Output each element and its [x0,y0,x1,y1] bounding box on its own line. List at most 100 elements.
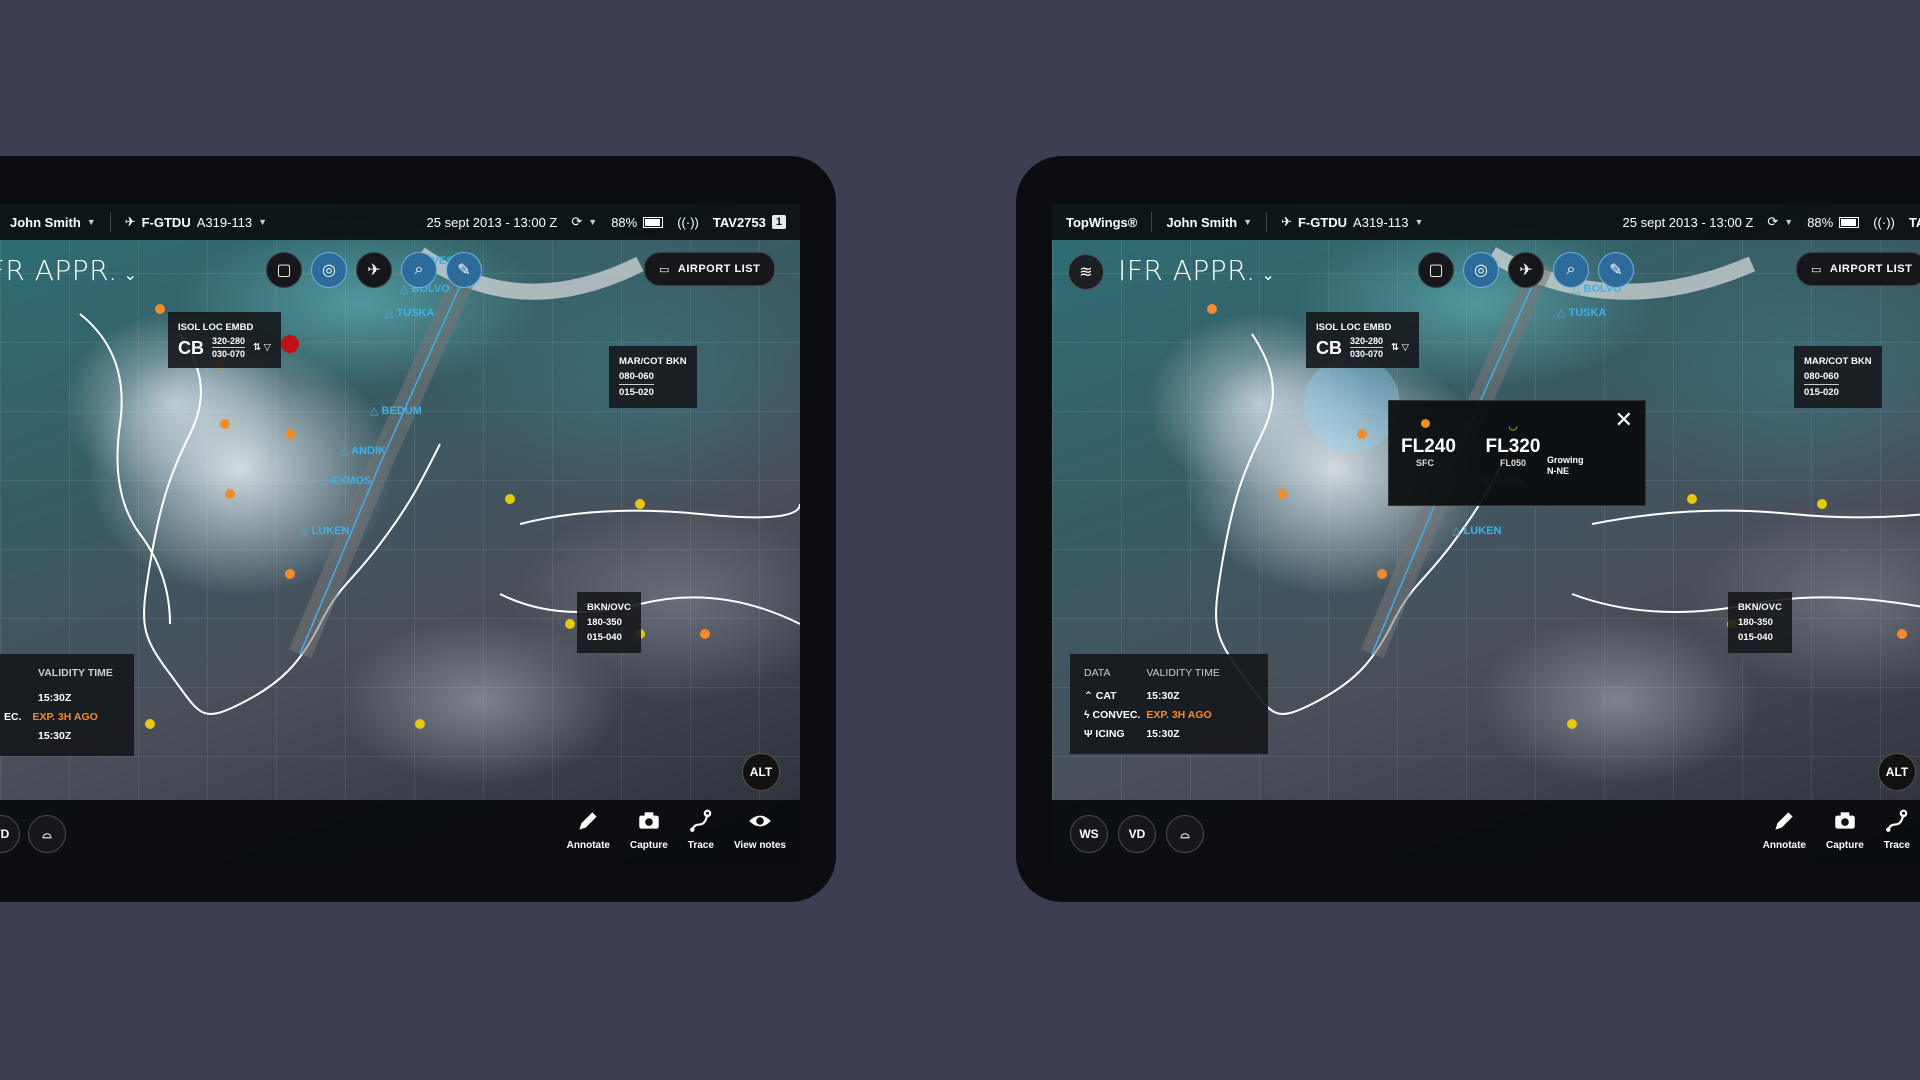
folder-icon: ▭ [1811,263,1822,276]
globe-icon: ◎ [1474,262,1488,279]
datetime: 25 sept 2013 - 13:00 Z [1622,214,1754,230]
bkn-card-line2: 015-040 [587,632,622,643]
battery-icon [643,216,664,228]
flight-id[interactable]: TAV27531 [713,215,786,230]
waypoint-luken[interactable]: △ LUKEN [300,525,349,537]
bkn-card-title: BKN/OVC [587,602,631,613]
view-title-menu[interactable]: IFR APPR. ⌄ [0,254,137,287]
flight-badge: 1 [771,215,786,229]
chevron-down-icon: ▼ [1243,217,1253,227]
bkn-card-title: BKN/OVC [1738,602,1782,613]
aircraft-menu[interactable]: ✈ F-GTDU A319-113 ▼ [1281,214,1423,230]
user-name: John Smith [1166,214,1238,230]
tools-button[interactable]: ✎ [446,252,482,288]
aircraft-reg: F-GTDU [1297,214,1348,230]
capture-label: Capture [630,840,668,851]
aircraft-menu[interactable]: ✈ F-GTDU A319-113 ▼ [125,214,267,230]
globe-button[interactable]: ◎ [1463,252,1499,288]
legend-header-validity: VALIDITY TIME [38,667,113,679]
mar-weather-card[interactable]: MAR/COT BKN 080-060 015-020 [1794,346,1882,408]
cb-alt-top: 320-280 [1350,336,1384,348]
annotate-action[interactable]: Annotate [567,808,610,851]
altitude-button[interactable]: ALT [742,753,780,791]
map-screen-left[interactable]: △ VES △ BOLVO △ TUSKA △ BEDUM △ ANDIK △ … [0,204,800,866]
capture-action[interactable]: Capture [1826,808,1864,851]
document-button[interactable]: ▢ [1418,252,1454,288]
view-title: IFR APPR. [1118,254,1256,287]
globe-button[interactable]: ◎ [311,252,347,288]
view-title-menu[interactable]: IFR APPR. ⌄ [1118,254,1275,287]
trace-action[interactable]: Trace [1884,808,1910,851]
waypoint-tuska[interactable]: △ TUSKA [385,307,434,319]
flight-id[interactable]: TAV27531 [1909,215,1920,230]
airport-list-button[interactable]: ▭ AIRPORT LIST [644,252,776,286]
weather-overlay: △ BOLVO △ TUSKA △ EXMOS △ LUKEN [1207,247,1920,729]
cb-weather-card[interactable]: ISOL LOC EMBD CB 320-280 030-070 ⇅ ▽ [168,312,281,368]
headset-button[interactable]: ⌓ [28,815,66,853]
cb-card-title: ISOL LOC EMBD [1316,322,1392,333]
waypoint-luken[interactable]: △ LUKEN [1452,525,1501,537]
status-bar: John Smith ▼ ✈ F-GTDU A319-113 ▼ 25 sept 201… [0,204,800,240]
legend-value-icing: 15:30Z [38,730,72,742]
legend-label-convec: CONVEC. [1092,709,1141,721]
user-menu[interactable]: John Smith ▼ [1166,215,1252,230]
pencil-icon [579,812,597,830]
view-notes-action[interactable]: View notes [734,808,786,851]
aircraft-reg: F-GTDU [141,214,191,230]
battery-icon [1839,216,1860,228]
refresh-icon: ⟳ [571,214,583,229]
search-button[interactable]: ⌕ [1553,252,1589,288]
cell-arc-icon: ◡ [1508,420,1518,432]
waypoint-tuska[interactable]: △ TUSKA [1557,307,1606,319]
legend-value-cat: 15:30Z [38,692,72,704]
aircraft-button[interactable]: ✈ [1508,252,1544,288]
data-legend: DATA VALIDITY TIME ⌃ CAT 15:30Z ϟ CONVEC. E… [1070,654,1268,754]
mar-card-line1: 080-060 [1804,369,1839,385]
ws-button[interactable]: WS [1070,815,1108,853]
altitude-button[interactable]: ALT [1878,753,1916,791]
legend-label-convec: EC. [4,711,22,723]
headset-button[interactable]: ⌓ [1166,815,1204,853]
legend-header-data: DATA [1084,667,1111,679]
aircraft-model: A319-113 [196,214,253,230]
search-icon: ⌕ [1566,261,1576,278]
waypoint-bedum[interactable]: △ BEDUM [370,405,422,417]
annotate-action[interactable]: Annotate [1763,808,1806,851]
selected-cell-highlight[interactable] [1304,356,1400,452]
airport-list-button[interactable]: ▭ AIRPORT LIST [1796,252,1920,286]
trace-action[interactable]: Trace [688,808,714,851]
waypoint-exmos[interactable]: △ EXMOS [320,475,371,487]
waypoint-andik[interactable]: △ ANDIK [340,445,386,457]
battery-status: 88% [1807,215,1860,230]
camera-icon [639,812,659,829]
map-screen-right[interactable]: △ BOLVO △ TUSKA △ EXMOS △ LUKEN TopWings… [1052,204,1920,866]
airplane-icon: ✈ [367,262,381,279]
aircraft-button[interactable]: ✈ [356,252,392,288]
bkn-weather-card[interactable]: BKN/OVC 180-350 015-040 [1728,592,1792,653]
bkn-weather-card[interactable]: BKN/OVC 180-350 015-040 [577,592,641,653]
document-button[interactable]: ▢ [266,252,302,288]
refresh-icon: ⟳ [1767,214,1779,229]
datetime: 25 sept 2013 - 13:00 Z [426,214,558,230]
cell-detail-popup: ✕ FL240 SFC ◡ FL320 FL050 Growing N-NE [1388,400,1646,506]
cb-alt-top: 320-280 [212,336,246,348]
legend-value-convec: EXP. 3H AGO [32,711,98,723]
tools-button[interactable]: ✎ [1598,252,1634,288]
vd-button[interactable]: VD [1118,815,1156,853]
search-button[interactable]: ⌕ [401,252,437,288]
lightning-icon: ϟ [1084,709,1090,721]
trend-label: Growing [1547,455,1584,465]
view-title: IFR APPR. [0,254,118,287]
close-icon[interactable]: ✕ [1615,407,1633,433]
sync-button[interactable]: ⟳ ▼ [1767,214,1793,230]
cb-type: CB [1316,337,1342,358]
tablet-left: △ VES △ BOLVO △ TUSKA △ BEDUM △ ANDIK △ … [0,156,836,902]
sync-button[interactable]: ⟳ ▼ [571,214,597,230]
layers-button[interactable]: ≋ [1068,254,1104,290]
user-menu[interactable]: John Smith ▼ [10,215,96,230]
cb-weather-card[interactable]: ISOL LOC EMBD CB 320-280 030-070 ⇅ ▽ [1306,312,1419,368]
vd-button[interactable]: VD [0,815,20,853]
trend-info: Growing N-NE [1547,455,1584,477]
mar-weather-card[interactable]: MAR/COT BKN 080-060 015-020 [609,346,697,408]
capture-action[interactable]: Capture [630,808,668,851]
